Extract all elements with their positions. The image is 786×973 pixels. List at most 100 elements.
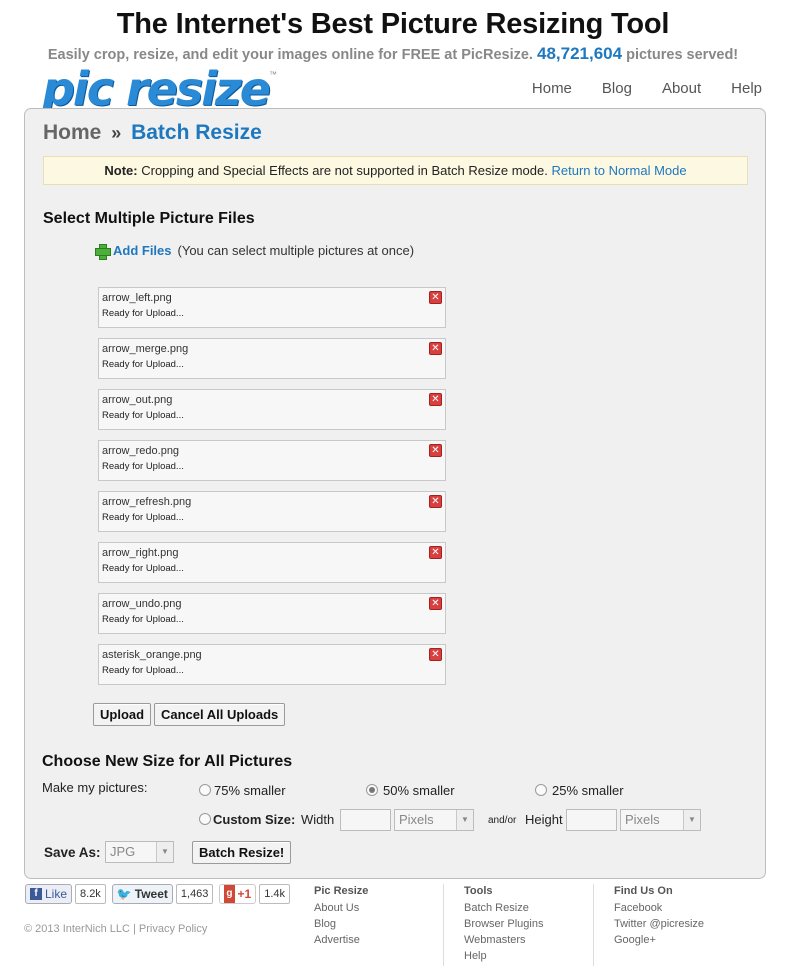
nav-about[interactable]: About: [632, 80, 701, 97]
copyright: © 2013 InterNich LLC | Privacy Policy: [24, 923, 208, 935]
breadcrumb: Home » Batch Resize: [43, 121, 262, 145]
footer-link-blog[interactable]: Blog: [314, 916, 368, 932]
site-headline: The Internet's Best Picture Resizing Too…: [116, 8, 670, 40]
radio-custom-size[interactable]: [199, 813, 211, 825]
radio-25[interactable]: [535, 784, 547, 796]
footer-col-find-us: Find Us On Facebook Twitter @picresize G…: [614, 885, 704, 948]
note-text: Cropping and Special Effects are not sup…: [141, 163, 548, 178]
file-item: arrow_redo.png Ready for Upload... ✕: [98, 440, 446, 481]
radio-50-label[interactable]: 50% smaller: [383, 783, 455, 798]
height-unit-select[interactable]: Pixels ▼: [620, 809, 701, 831]
width-label: Width: [301, 812, 335, 827]
file-status: Ready for Upload...: [102, 665, 184, 676]
footer-col-picresize: Pic Resize About Us Blog Advertise: [314, 885, 368, 948]
like-count: 8.2k: [75, 884, 106, 904]
breadcrumb-separator: »: [111, 123, 122, 143]
file-name: arrow_undo.png: [102, 598, 182, 610]
batch-resize-button[interactable]: Batch Resize!: [192, 841, 292, 864]
add-files-button[interactable]: Add Files: [113, 243, 172, 258]
footer: f Like 8.2k 🐦 Tweet 1,463 g +1 1.4k © 20…: [0, 882, 786, 973]
make-pictures-label: Make my pictures:: [42, 780, 148, 795]
footer-link-webmasters[interactable]: Webmasters: [464, 932, 543, 948]
top-nav: Home Blog About Help: [532, 80, 762, 97]
nav-home[interactable]: Home: [532, 80, 572, 97]
remove-file-icon[interactable]: ✕: [429, 546, 442, 559]
file-name: arrow_left.png: [102, 292, 172, 304]
breadcrumb-home[interactable]: Home: [43, 121, 101, 144]
gplus-label: +1: [237, 887, 252, 901]
google-plus-button[interactable]: g +1: [219, 884, 257, 904]
file-status: Ready for Upload...: [102, 308, 184, 319]
pictures-served-count: 48,721,604: [536, 44, 623, 63]
remove-file-icon[interactable]: ✕: [429, 444, 442, 457]
batch-mode-note: Note: Cropping and Special Effects are n…: [43, 156, 748, 185]
file-queue: arrow_left.png Ready for Upload... ✕ arr…: [98, 287, 446, 695]
file-name: arrow_out.png: [102, 394, 173, 406]
upload-button[interactable]: Upload: [93, 703, 152, 726]
remove-file-icon[interactable]: ✕: [429, 393, 442, 406]
tweet-count: 1,463: [175, 884, 214, 904]
radio-75-label[interactable]: 75% smaller: [214, 783, 286, 798]
social-buttons: f Like 8.2k 🐦 Tweet 1,463 g +1 1.4k: [25, 884, 296, 904]
add-files-row: Add Files (You can select multiple pictu…: [95, 243, 415, 260]
breadcrumb-current: Batch Resize: [131, 121, 262, 144]
footer-link-help[interactable]: Help: [464, 948, 543, 964]
file-item: arrow_refresh.png Ready for Upload... ✕: [98, 491, 446, 532]
file-item: arrow_undo.png Ready for Upload... ✕: [98, 593, 446, 634]
file-status: Ready for Upload...: [102, 410, 184, 421]
radio-50[interactable]: [366, 784, 378, 796]
remove-file-icon[interactable]: ✕: [429, 597, 442, 610]
choose-size-heading: Choose New Size for All Pictures: [42, 753, 293, 770]
save-as-select[interactable]: JPG ▼: [105, 841, 174, 863]
twitter-bird-icon: 🐦: [116, 887, 132, 901]
file-status: Ready for Upload...: [102, 461, 184, 472]
file-item: arrow_left.png Ready for Upload... ✕: [98, 287, 446, 328]
note-label: Note:: [104, 163, 138, 178]
facebook-like-button[interactable]: f Like: [25, 884, 73, 904]
chevron-down-icon: ▼: [456, 810, 473, 830]
nav-blog[interactable]: Blog: [572, 80, 632, 97]
remove-file-icon[interactable]: ✕: [429, 648, 442, 661]
remove-file-icon[interactable]: ✕: [429, 495, 442, 508]
add-icon[interactable]: [95, 243, 111, 260]
picresize-logo[interactable]: pic resize ™: [42, 64, 277, 114]
cancel-all-uploads-button[interactable]: Cancel All Uploads: [154, 703, 286, 726]
save-as-label: Save As:: [44, 845, 101, 860]
facebook-icon: f: [30, 888, 42, 900]
height-input[interactable]: [566, 809, 617, 831]
like-label: Like: [45, 887, 68, 901]
select-files-heading: Select Multiple Picture Files: [43, 210, 255, 227]
footer-link-facebook[interactable]: Facebook: [614, 900, 704, 916]
nav-help[interactable]: Help: [701, 80, 762, 97]
remove-file-icon[interactable]: ✕: [429, 342, 442, 355]
footer-link-twitter[interactable]: Twitter @picresize: [614, 916, 704, 932]
footer-link-advertise[interactable]: Advertise: [314, 932, 368, 948]
tweet-button[interactable]: 🐦 Tweet: [111, 884, 173, 904]
file-status: Ready for Upload...: [102, 512, 184, 523]
footer-divider: [443, 884, 444, 966]
remove-file-icon[interactable]: ✕: [429, 291, 442, 304]
save-as-value: JPG: [110, 844, 136, 859]
site-tagline: Easily crop, resize, and edit your image…: [0, 44, 786, 64]
footer-link-google-plus[interactable]: Google+: [614, 932, 704, 948]
width-input[interactable]: [340, 809, 391, 831]
footer-col-title: Pic Resize: [314, 885, 369, 897]
return-normal-mode-link[interactable]: Return to Normal Mode: [551, 163, 686, 178]
footer-link-browser-plugins[interactable]: Browser Plugins: [464, 916, 543, 932]
file-status: Ready for Upload...: [102, 614, 184, 625]
tweet-label: Tweet: [134, 887, 168, 901]
radio-75[interactable]: [199, 784, 211, 796]
file-name: arrow_right.png: [102, 547, 179, 559]
chevron-down-icon: ▼: [156, 842, 173, 862]
tagline-text: Easily crop, resize, and edit your image…: [47, 47, 533, 63]
footer-link-about-us[interactable]: About Us: [314, 900, 368, 916]
and-or-label: and/or: [488, 815, 517, 826]
tagline-suffix: pictures served!: [626, 47, 739, 63]
file-item: arrow_out.png Ready for Upload... ✕: [98, 389, 446, 430]
custom-size-label[interactable]: Custom Size:: [213, 812, 295, 827]
file-item: arrow_merge.png Ready for Upload... ✕: [98, 338, 446, 379]
radio-25-label[interactable]: 25% smaller: [552, 783, 624, 798]
footer-link-batch-resize[interactable]: Batch Resize: [464, 900, 543, 916]
width-unit-select[interactable]: Pixels ▼: [394, 809, 474, 831]
add-files-hint: (You can select multiple pictures at onc…: [177, 243, 415, 258]
